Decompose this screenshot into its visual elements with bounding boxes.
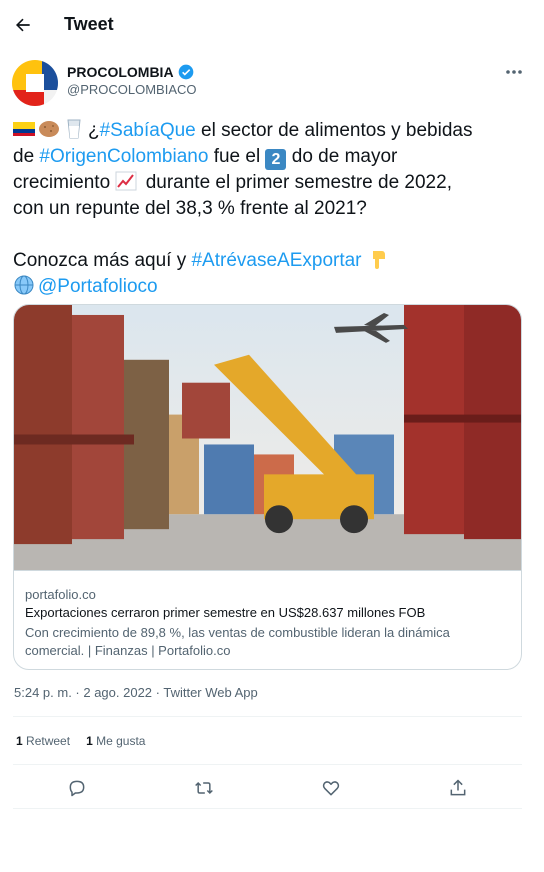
colombia-flag-icon (13, 122, 35, 136)
divider (13, 764, 522, 765)
likes-stat[interactable]: 1 Me gusta (86, 734, 145, 748)
retweets-label: Retweet (26, 734, 71, 748)
procolombia-logo (12, 60, 58, 106)
tweet-blank-line (13, 222, 528, 248)
tweet-line-1: ¿#SabíaQue el sector de alimentos y bebi… (13, 118, 528, 144)
hashtag-atrevaseaexportar[interactable]: #AtrévaseAExportar (191, 250, 361, 271)
mention-portafolioco[interactable]: @Portafolioco (38, 276, 158, 297)
tweet-line-5: Conozca más aquí y #AtrévaseAExportar (13, 248, 528, 274)
reply-icon (69, 780, 85, 797)
author-name[interactable]: PROCOLOMBIA (67, 64, 194, 80)
hashtag-sabiaque[interactable]: #SabíaQue (100, 120, 196, 141)
divider (13, 808, 522, 809)
likes-label: Me gusta (96, 734, 146, 748)
keycap-two-icon: 2 (265, 149, 287, 170)
tweet-line-2: de #OrigenColombiano fue el 2 do de mayo… (13, 144, 528, 170)
tweet-text: ¿#SabíaQue el sector de alimentos y bebi… (13, 118, 528, 300)
tweet-actions (13, 770, 522, 806)
potato-icon (39, 121, 59, 137)
retweet-button[interactable] (187, 771, 221, 805)
globe-icon (14, 275, 34, 295)
like-icon (322, 781, 340, 796)
likes-count: 1 (86, 734, 93, 748)
card-title: Exportaciones cerraron primer semestre e… (25, 605, 426, 620)
share-button[interactable] (441, 771, 475, 805)
engagement-stats: 1 Retweet 1 Me gusta (16, 734, 145, 748)
avatar[interactable] (12, 60, 58, 106)
card-description: Con crecimiento de 89,8 %, las ventas de… (25, 625, 450, 658)
chart-increasing-icon (115, 171, 137, 191)
text-segment: durante el primer semestre de 2022, (140, 172, 452, 193)
retweets-stat[interactable]: 1 Retweet (16, 734, 70, 748)
retweet-icon (195, 781, 213, 795)
back-button[interactable] (10, 10, 36, 40)
link-preview-card[interactable]: portafolio.co Exportaciones cerraron pri… (13, 304, 522, 670)
verified-badge-icon (178, 64, 193, 80)
glass-of-milk-icon (67, 119, 81, 139)
share-icon (450, 779, 466, 796)
more-button[interactable] (502, 62, 526, 82)
top-bar: Tweet (0, 0, 544, 50)
card-image-containers (14, 305, 521, 571)
divider (13, 716, 522, 717)
author-handle[interactable]: @PROCOLOMBIACO (67, 82, 197, 97)
text-segment: do de mayor (286, 146, 398, 167)
text-segment: de (13, 146, 40, 167)
tweet-timestamp[interactable]: 5:24 p. m. · 2 ago. 2022 · Twitter Web A… (14, 685, 258, 700)
tweet-line-6: @Portafolioco (13, 274, 528, 300)
like-button[interactable] (314, 771, 348, 805)
text-inverted-question: ¿ (88, 120, 100, 141)
tweet-line-3: crecimiento durante el primer semestre d… (13, 170, 528, 196)
page-title: Tweet (64, 14, 114, 34)
card-domain: portafolio.co (25, 587, 96, 602)
text-segment: el sector de alimentos y bebidas (195, 120, 473, 141)
hashtag-origencolombiano[interactable]: #OrigenColombiano (39, 146, 208, 167)
reply-button[interactable] (60, 771, 94, 805)
author-name-text: PROCOLOMBIA (67, 64, 174, 80)
backhand-index-pointing-down-icon (372, 251, 385, 269)
tweet-line-4: con un repunte del 38,3 % frente al 2021… (13, 198, 367, 219)
text-segment: Conozca más aquí y (13, 250, 192, 271)
more-icon (506, 70, 522, 74)
text-segment: crecimiento (13, 172, 116, 193)
back-arrow-icon (16, 18, 30, 32)
retweets-count: 1 (16, 734, 23, 748)
text-segment: fue el (208, 146, 266, 167)
